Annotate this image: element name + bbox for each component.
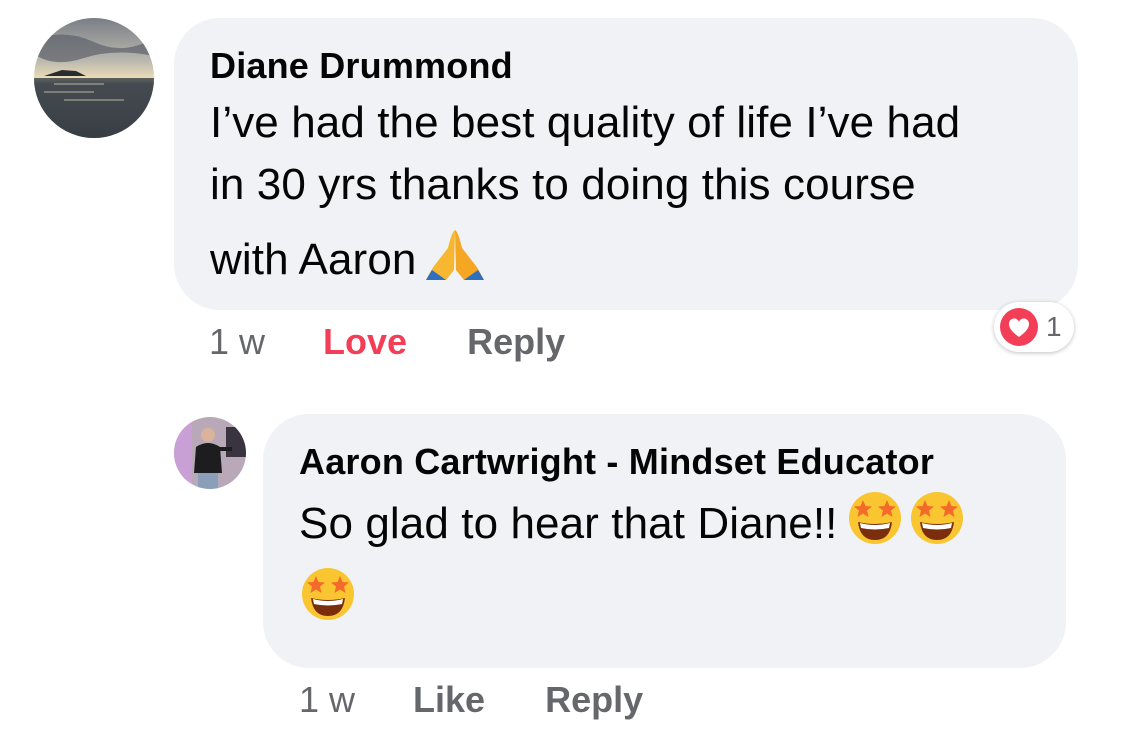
avatar-diane[interactable] [34,18,154,138]
comment-text-line: So glad to hear that Diane!! [299,499,838,548]
comment-text-line: with Aaron [210,235,417,284]
star-struck-emoji-icon [846,488,904,546]
comment-text-line: I’ve had the best quality of life I’ve h… [210,98,961,147]
comment-text: So glad to hear that Diane!! [299,488,1030,630]
comment-actions: 1 w Like Reply [299,678,693,722]
comment-text-line: in 30 yrs thanks to doing this course [210,160,916,209]
star-struck-emoji-icon [299,564,357,622]
comment-actions: 1 w Love Reply [209,320,615,364]
comment-author[interactable]: Diane Drummond [210,44,1042,88]
comment-text-line-wrap: with Aaron [210,226,1042,291]
love-button[interactable]: Love [323,320,407,364]
reaction-summary[interactable]: 1 [994,302,1074,352]
reaction-count: 1 [1046,311,1062,342]
heart-icon [1000,308,1038,346]
folded-hands-emoji-icon [424,226,486,282]
comment-author[interactable]: Aaron Cartwright - Mindset Educator [299,440,1030,484]
comment-bubble: Diane Drummond I’ve had the best quality… [174,18,1078,310]
reply-button[interactable]: Reply [467,320,565,364]
avatar-aaron[interactable] [174,417,246,489]
comment-text: I’ve had the best quality of life I’ve h… [210,92,1042,291]
comment-timestamp[interactable]: 1 w [299,678,355,722]
comment-text-line-wrap: So glad to hear that Diane!! [299,488,1030,554]
reply-bubble: Aaron Cartwright - Mindset Educator So g… [263,414,1066,668]
star-struck-emoji-icon [908,488,966,546]
comment-timestamp[interactable]: 1 w [209,320,265,364]
reply-button[interactable]: Reply [545,678,643,722]
comment-text-line-wrap [299,564,1030,630]
like-button[interactable]: Like [413,678,485,722]
